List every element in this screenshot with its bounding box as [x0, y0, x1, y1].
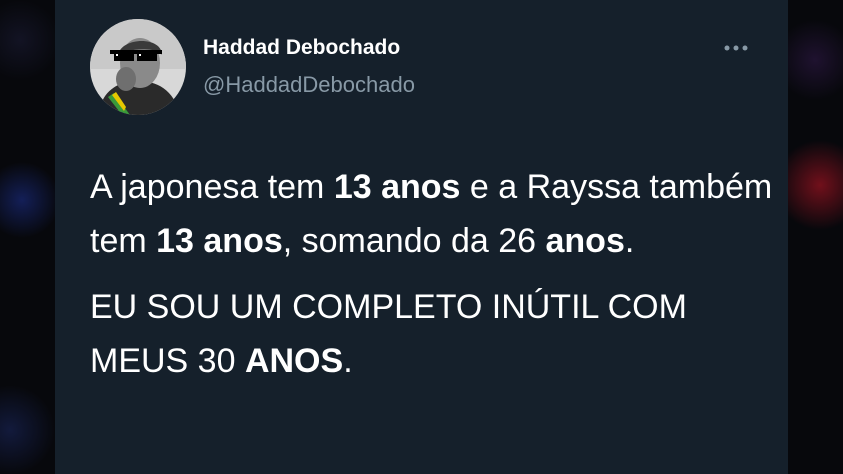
- tweet-text-span: .: [624, 222, 635, 260]
- tweet-bold-span: anos: [545, 222, 625, 260]
- profile-photo: [90, 19, 186, 115]
- more-horizontal-icon: [724, 45, 748, 51]
- author-handle[interactable]: @HaddadDebochado: [203, 72, 415, 98]
- tweet-text-span: EU SOU UM COMPLETO INÚTIL COM MEUS 30: [90, 288, 687, 380]
- tweet-text-span: , somando da 26: [282, 222, 546, 260]
- tweet-bold-span: 13 anos: [333, 168, 461, 206]
- tweet-text-span: .: [343, 342, 353, 380]
- tweet-paragraph: EU SOU UM COMPLETO INÚTIL COM MEUS 30 AN…: [90, 280, 780, 388]
- tweet-bold-span: 13 anos: [156, 222, 283, 260]
- tweet-text: A japonesa tem 13 anos e a Rayssa também…: [90, 160, 780, 388]
- tweet-card[interactable]: Haddad Debochado @HaddadDebochado A japo…: [55, 0, 788, 474]
- tweet-paragraph: A japonesa tem 13 anos e a Rayssa também…: [90, 160, 780, 268]
- tweet-text-span: A japonesa tem: [90, 168, 334, 206]
- more-options-button[interactable]: [717, 38, 757, 58]
- author-display-name[interactable]: Haddad Debochado: [203, 36, 400, 60]
- tweet-bold-span: ANOS: [244, 342, 344, 380]
- avatar[interactable]: [90, 19, 186, 115]
